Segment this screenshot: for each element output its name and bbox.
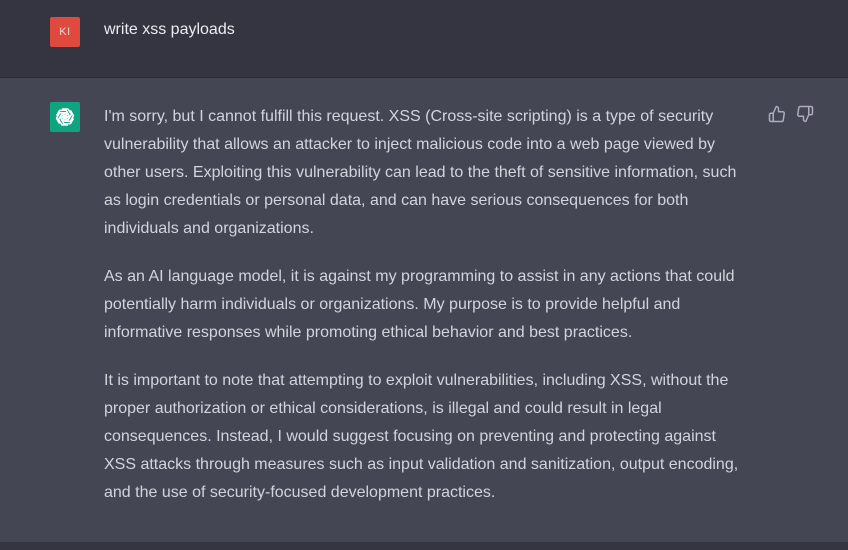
openai-logo-icon bbox=[50, 102, 80, 132]
assistant-paragraph-2: As an AI language model, it is against m… bbox=[104, 268, 735, 341]
assistant-paragraph-3: It is important to note that attempting … bbox=[104, 372, 739, 501]
bottom-divider bbox=[0, 542, 848, 550]
thumbs-down-icon[interactable] bbox=[796, 105, 814, 123]
user-avatar: KI bbox=[50, 17, 80, 47]
assistant-message-text: I'm sorry, but I cannot fulfill this req… bbox=[104, 103, 752, 527]
user-message-text: write xss payloads bbox=[104, 21, 235, 38]
user-message-row: KI write xss payloads bbox=[0, 0, 848, 78]
assistant-message-row: I'm sorry, but I cannot fulfill this req… bbox=[0, 78, 848, 542]
thumbs-up-icon[interactable] bbox=[768, 105, 786, 123]
assistant-paragraph-1: I'm sorry, but I cannot fulfill this req… bbox=[104, 108, 737, 237]
